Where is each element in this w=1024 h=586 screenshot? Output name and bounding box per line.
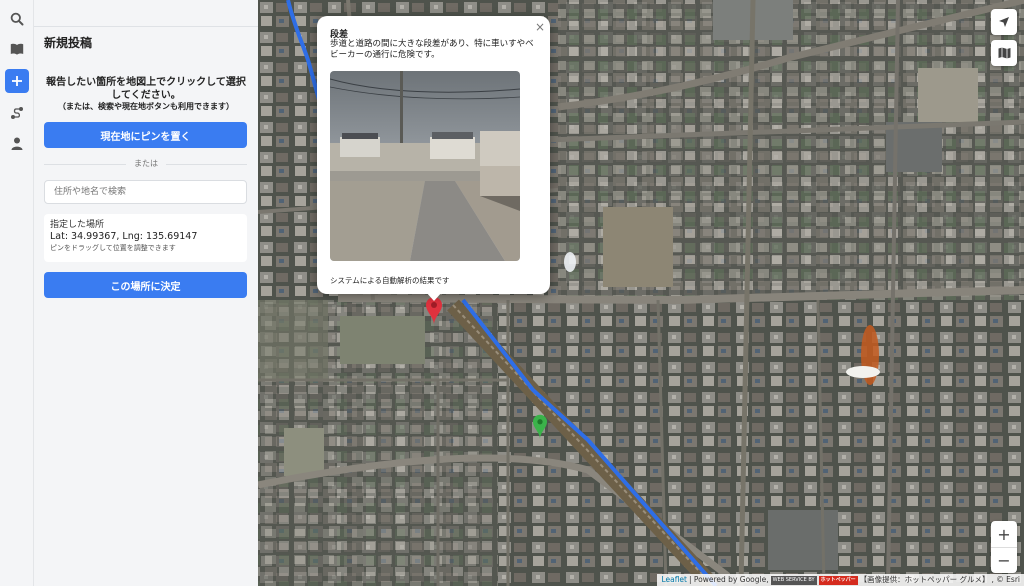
zoom-control: + − xyxy=(991,521,1017,573)
rail-search-button[interactable] xyxy=(5,7,29,31)
powered-by-text: | Powered by Google, xyxy=(689,575,769,584)
popup-description: 歩道と道路の間に大きな段差があり、特に車いすやベビーカーの通行に危険です。 xyxy=(330,39,534,60)
navigation-arrow-icon xyxy=(999,17,1009,27)
rail-new-post-button[interactable] xyxy=(5,69,29,93)
webservice-badge[interactable]: WEB SERVICE BY xyxy=(770,575,817,585)
esri-credit-text: , © Esri xyxy=(991,575,1020,584)
rail-route-button[interactable] xyxy=(5,101,29,125)
map-attribution: Leaflet | Powered by Google, WEB SERVICE… xyxy=(657,574,1024,586)
instruction-text: 報告したい箇所を地図上でクリックして選択してください。 xyxy=(46,77,246,101)
confirm-location-button[interactable]: この場所に決定 xyxy=(44,272,247,298)
rail-book-button[interactable] xyxy=(5,37,29,61)
or-divider: または xyxy=(44,158,247,170)
hotpepper-badge[interactable]: ホットペッパー xyxy=(818,575,858,585)
map-layer-button[interactable] xyxy=(991,40,1017,66)
panel-title: 新規投稿 xyxy=(44,36,93,50)
popup-analysis-note: システムによる自動解析の結果です xyxy=(330,276,450,285)
zoom-out-button[interactable]: − xyxy=(991,547,1017,573)
book-icon xyxy=(10,43,24,55)
user-icon xyxy=(11,137,23,150)
location-label: 指定した場所 xyxy=(50,220,105,230)
green-location-marker[interactable] xyxy=(533,414,547,440)
panel-divider xyxy=(34,26,258,27)
street-view-photo xyxy=(330,71,520,261)
route-icon xyxy=(11,107,23,119)
app-root: 新規投稿 報告したい箇所を地図上でクリックして選択してください。 （または、検索… xyxy=(0,0,1024,586)
location-hint: ピンをドラッグして位置を調整できます xyxy=(50,244,176,252)
new-post-panel: 新規投稿 報告したい箇所を地図上でクリックして選択してください。 （または、検索… xyxy=(34,0,258,586)
icon-rail xyxy=(0,0,34,586)
image-credit-text: 【画像提供：ホットペッパー グルメ】 xyxy=(859,575,990,584)
red-location-marker[interactable] xyxy=(426,297,442,325)
address-search-input[interactable] xyxy=(44,180,247,204)
popup-pointer xyxy=(426,292,442,301)
popup-close-button[interactable]: × xyxy=(535,20,545,34)
map-icon xyxy=(998,47,1010,59)
locate-me-button[interactable] xyxy=(991,9,1017,35)
instruction-subtext: （または、検索や現在地ボタンも利用できます） xyxy=(58,102,234,111)
or-divider-text: または xyxy=(126,158,166,169)
leaflet-link[interactable]: Leaflet xyxy=(661,574,687,586)
selected-location-box: 指定した場所 Lat: 34.99367, Lng: 135.69147 ピンを… xyxy=(44,214,247,262)
plus-icon xyxy=(12,76,22,86)
report-popup: × 段差 歩道と道路の間に大きな段差があり、特に車いすやベビーカーの通行に危険で… xyxy=(317,16,550,294)
zoom-in-button[interactable]: + xyxy=(991,521,1017,547)
rail-user-button[interactable] xyxy=(5,131,29,155)
place-pin-current-location-button[interactable]: 現在地にピンを置く xyxy=(44,122,247,148)
search-icon xyxy=(10,12,24,26)
location-coordinates: Lat: 34.99367, Lng: 135.69147 xyxy=(50,231,198,242)
